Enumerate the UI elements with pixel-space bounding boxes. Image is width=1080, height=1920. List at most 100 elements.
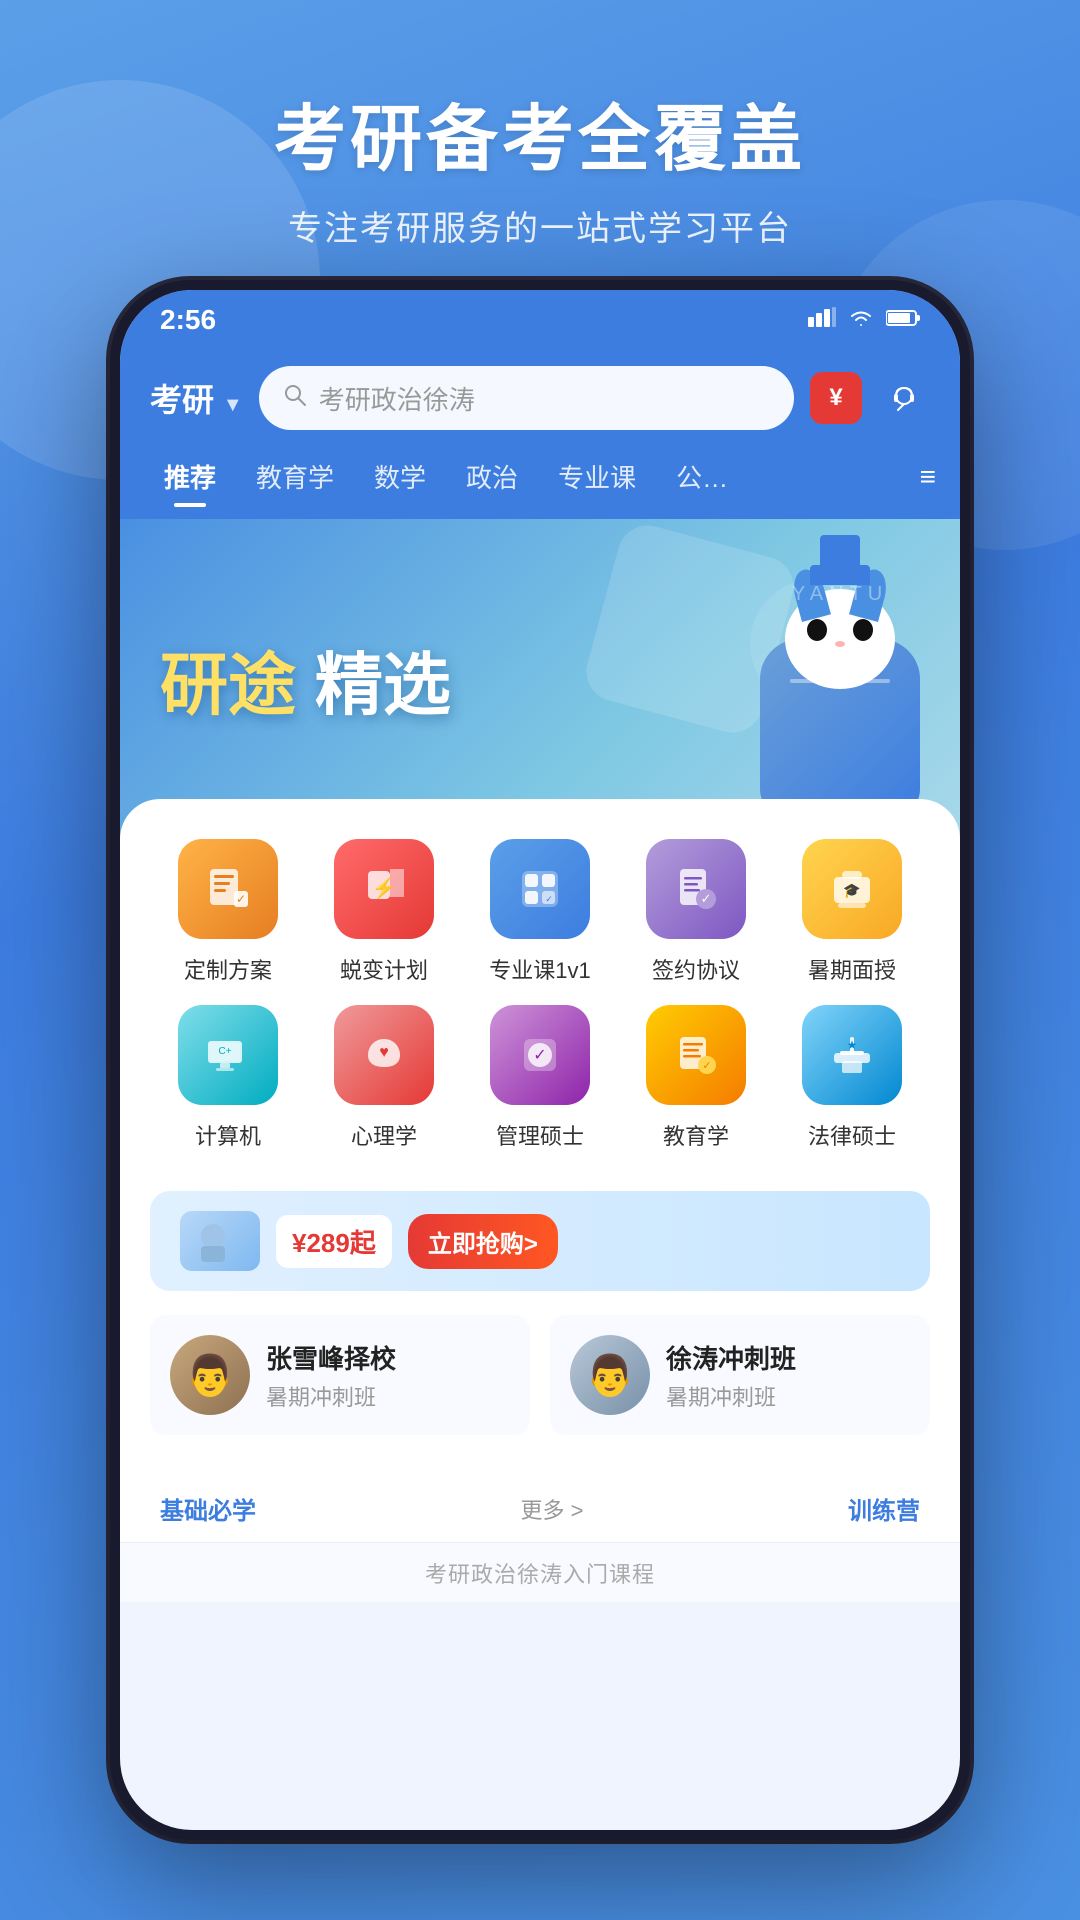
svg-text:✓: ✓ — [702, 1060, 711, 1072]
search-placeholder: 考研政治徐涛 — [319, 380, 475, 417]
tab-politics[interactable]: 政治 — [446, 450, 538, 503]
card-section: ✓ 定制方案 ⚡ 蜕变计划 ✓ 专业课1v1 — [120, 799, 960, 1475]
icon-item-education[interactable]: ✓ 教育学 — [618, 1005, 774, 1151]
header-title: 考研备考全覆盖 — [0, 80, 1080, 185]
tab-math[interactable]: 数学 — [354, 450, 446, 503]
icon-label-contract: 签约协议 — [652, 953, 740, 985]
svg-text:✓: ✓ — [533, 1047, 546, 1064]
nav-tabs: 推荐 教育学 数学 政治 专业课 公… ≡ — [120, 450, 960, 519]
tab-education[interactable]: 教育学 — [236, 450, 354, 503]
mascot-hat-top — [820, 535, 860, 571]
svg-text:🎓: 🎓 — [843, 882, 860, 899]
icon-label-customize: 定制方案 — [184, 953, 272, 985]
psychology-icon: ♥ — [334, 1005, 434, 1105]
logo-chevron: ▼ — [223, 394, 243, 416]
icon-item-computer[interactable]: C+ 计算机 — [150, 1005, 306, 1151]
bottom-strip: 考研政治徐涛入门课程 — [120, 1542, 960, 1602]
phone-screen: 2:56 考研 ▼ — [120, 290, 960, 1830]
teacher-info-1: 张雪峰择校 暑期冲刺班 — [266, 1339, 396, 1412]
status-time: 2:56 — [160, 304, 216, 336]
svg-text:♥: ♥ — [379, 1044, 389, 1061]
summer-icon: 🎓 — [802, 839, 902, 939]
mascot-eye-left — [807, 619, 827, 641]
svg-text:⚡: ⚡ — [372, 876, 397, 900]
svg-text:✓: ✓ — [236, 892, 246, 906]
banner-main-text: 研途 精选 — [160, 630, 451, 729]
teacher-name-1: 张雪峰择校 — [266, 1339, 396, 1376]
search-icon — [283, 383, 307, 414]
education-icon: ✓ — [646, 1005, 746, 1105]
icon-label-1v1: 专业课1v1 — [489, 953, 590, 985]
icon-item-1v1[interactable]: ✓ 专业课1v1 — [462, 839, 618, 985]
battery-icon — [886, 309, 920, 332]
banner-text: 研途 精选 — [160, 630, 451, 729]
icon-label-law: 法律硕士 — [808, 1119, 896, 1151]
teacher-card-1[interactable]: 👨 张雪峰择校 暑期冲刺班 — [150, 1315, 530, 1435]
management-icon: ✓ — [490, 1005, 590, 1105]
teacher-info-2: 徐涛冲刺班 暑期冲刺班 — [666, 1339, 796, 1412]
tab-recommended[interactable]: 推荐 — [144, 450, 236, 503]
promo-info: ¥289起 — [276, 1215, 392, 1268]
icon-item-transform[interactable]: ⚡ 蜕变计划 — [306, 839, 462, 985]
transform-icon: ⚡ — [334, 839, 434, 939]
bottom-footer-bar: 基础必学 更多 > 训练营 — [120, 1475, 960, 1542]
banner-text-part2: 精选 — [315, 648, 451, 724]
icon-label-psychology: 心理学 — [351, 1119, 417, 1151]
teacher-desc-1: 暑期冲刺班 — [266, 1380, 396, 1412]
tab-public[interactable]: 公… — [656, 450, 748, 503]
1v1-icon: ✓ — [490, 839, 590, 939]
icon-grid: ✓ 定制方案 ⚡ 蜕变计划 ✓ 专业课1v1 — [150, 839, 930, 1151]
header-actions: ¥ — [810, 372, 930, 424]
customize-icon: ✓ — [178, 839, 278, 939]
teacher-section: 👨 张雪峰择校 暑期冲刺班 👨 徐涛冲刺班 暑期冲刺班 — [150, 1315, 930, 1435]
icon-label-transform: 蜕变计划 — [340, 953, 428, 985]
coupon-button[interactable]: ¥ — [810, 372, 862, 424]
signal-icon — [808, 307, 836, 333]
icon-label-computer: 计算机 — [195, 1119, 261, 1151]
svg-text:★: ★ — [847, 1038, 858, 1052]
svg-text:✓: ✓ — [701, 891, 712, 906]
mascot-nose — [835, 641, 845, 647]
icon-item-law[interactable]: ★ 法律硕士 — [774, 1005, 930, 1151]
icon-item-psychology[interactable]: ♥ 心理学 — [306, 1005, 462, 1151]
search-bar[interactable]: 考研政治徐涛 — [259, 366, 794, 430]
status-bar: 2:56 — [120, 290, 960, 350]
app-logo[interactable]: 考研 ▼ — [150, 375, 243, 421]
teacher-desc-2: 暑期冲刺班 — [666, 1380, 796, 1412]
computer-icon: C+ — [178, 1005, 278, 1105]
footer-left-label[interactable]: 基础必学 — [160, 1491, 256, 1526]
svg-text:C+: C+ — [218, 1046, 231, 1057]
svg-text:✓: ✓ — [545, 894, 553, 904]
banner-text-part1: 研途 — [160, 648, 296, 724]
mascot-body — [760, 639, 920, 819]
app-header: 考研 ▼ 考研政治徐涛 ¥ — [120, 350, 960, 450]
footer-more-label[interactable]: 更多 > — [521, 1493, 584, 1525]
tab-specialty[interactable]: 专业课 — [538, 450, 656, 503]
teacher-card-2[interactable]: 👨 徐涛冲刺班 暑期冲刺班 — [550, 1315, 930, 1435]
status-icons — [808, 307, 920, 333]
teacher-avatar-2: 👨 — [570, 1335, 650, 1415]
icon-item-management[interactable]: ✓ 管理硕士 — [462, 1005, 618, 1151]
law-icon: ★ — [802, 1005, 902, 1105]
bottom-strip-text: 考研政治徐涛入门课程 — [425, 1557, 655, 1589]
icon-item-customize[interactable]: ✓ 定制方案 — [150, 839, 306, 985]
promo-image — [180, 1211, 260, 1271]
teacher-avatar-1: 👨 — [170, 1335, 250, 1415]
icon-label-summer: 暑期面授 — [808, 953, 896, 985]
banner[interactable]: 研途 精选 — [120, 519, 960, 839]
promo-buy-button[interactable]: 立即抢购> — [408, 1214, 558, 1269]
icon-item-contract[interactable]: ✓ 签约协议 — [618, 839, 774, 985]
header-subtitle: 专注考研服务的一站式学习平台 — [0, 201, 1080, 250]
icon-label-education: 教育学 — [663, 1119, 729, 1151]
promo-banner[interactable]: ¥289起 立即抢购> — [150, 1191, 930, 1291]
mascot-collar — [790, 679, 890, 683]
header-section: 考研备考全覆盖 专注考研服务的一站式学习平台 — [0, 80, 1080, 250]
icon-item-summer[interactable]: 🎓 暑期面授 — [774, 839, 930, 985]
wifi-icon — [848, 308, 874, 333]
nav-more-button[interactable]: ≡ — [920, 461, 936, 493]
customer-service-button[interactable] — [878, 372, 930, 424]
footer-right-label[interactable]: 训练营 — [848, 1491, 920, 1526]
contract-icon: ✓ — [646, 839, 746, 939]
phone-mockup: 2:56 考研 ▼ — [110, 280, 970, 1840]
icon-label-management: 管理硕士 — [496, 1119, 584, 1151]
